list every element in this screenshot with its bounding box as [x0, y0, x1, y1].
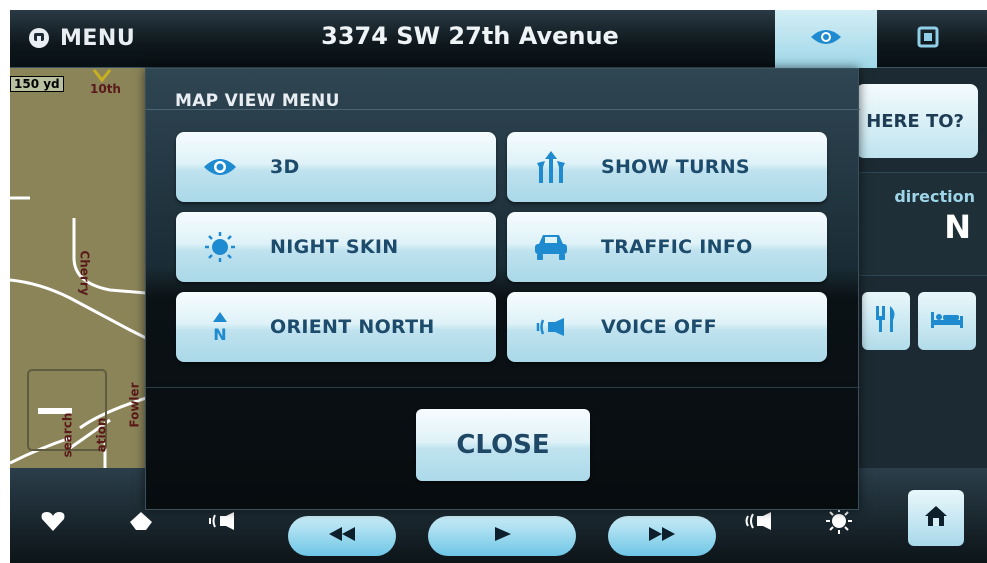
square-icon [917, 26, 939, 52]
street-label: search [60, 412, 75, 458]
option-label: SHOW TURNS [601, 156, 750, 178]
svg-text:N: N [213, 325, 226, 344]
play-icon [491, 525, 513, 547]
menu-shield-icon [28, 27, 50, 49]
volume-button[interactable] [744, 508, 774, 538]
rewind-icon [327, 525, 357, 547]
favorite-button[interactable] [38, 508, 68, 538]
option-label: TRAFFIC INFO [601, 236, 753, 258]
street-label: Fowler [127, 382, 142, 428]
volume-icon [744, 510, 774, 536]
car-icon [533, 229, 569, 265]
close-button[interactable]: CLOSE [416, 409, 590, 481]
option-voice-off-button[interactable]: VOICE OFF [507, 292, 827, 362]
where-to-button[interactable]: HERE TO? [856, 84, 978, 158]
option-label: ORIENT NORTH [270, 316, 435, 338]
navigation-screen: MENU 3374 SW 27th Avenue 150 yd 10th Che… [10, 10, 987, 563]
restaurant-button[interactable] [862, 292, 910, 350]
street-label: ation [94, 417, 109, 453]
option-label: 3D [270, 156, 300, 178]
eye-icon [202, 149, 238, 185]
menu-button[interactable]: MENU [28, 20, 135, 56]
play-button[interactable] [428, 516, 576, 556]
street-label: Cherry [77, 250, 92, 296]
home-button[interactable] [908, 490, 964, 546]
option-3d-button[interactable]: 3D [176, 132, 496, 202]
fork-knife-icon [873, 304, 899, 338]
map-view[interactable]: 150 yd 10th Cherry search ation Fowler [10, 68, 146, 468]
map-view-menu-dialog: MAP VIEW MENU 3D SHOW TURNS NIGHT SKIN T… [145, 68, 860, 510]
north-arrow-icon: N [202, 309, 238, 345]
map-scale: 150 yd [10, 76, 64, 92]
bed-icon [929, 308, 965, 334]
voice-button[interactable] [206, 508, 236, 538]
eye-icon [809, 26, 843, 52]
menu-label: MENU [60, 25, 136, 51]
option-label: NIGHT SKIN [270, 236, 399, 258]
next-button[interactable] [608, 516, 716, 556]
direction-indicator: direction N [858, 172, 987, 276]
top-bar: MENU 3374 SW 27th Avenue [10, 10, 987, 68]
option-traffic-info-button[interactable]: TRAFFIC INFO [507, 212, 827, 282]
brightness-button[interactable] [824, 508, 854, 538]
direction-label: direction [894, 187, 975, 206]
option-label: VOICE OFF [601, 316, 717, 338]
turn-arrows-icon [533, 149, 569, 185]
direction-value: N [944, 208, 971, 246]
divider [146, 387, 860, 388]
previous-button[interactable] [288, 516, 396, 556]
sun-icon [825, 507, 853, 539]
fullscreen-button[interactable] [915, 26, 941, 52]
home-icon [923, 503, 949, 533]
option-show-turns-button[interactable]: SHOW TURNS [507, 132, 827, 202]
map-view-tab[interactable] [775, 10, 877, 68]
heart-icon [40, 510, 66, 536]
fast-forward-icon [647, 525, 677, 547]
current-address: 3374 SW 27th Avenue [321, 22, 619, 50]
sun-icon [202, 229, 238, 265]
speaker-icon [206, 510, 236, 536]
zoom-button[interactable] [126, 508, 156, 538]
street-label: 10th [90, 82, 121, 96]
option-orient-north-button[interactable]: N ORIENT NORTH [176, 292, 496, 362]
divider [146, 109, 860, 110]
lodging-button[interactable] [918, 292, 976, 350]
dialog-title: MAP VIEW MENU [175, 91, 340, 111]
option-night-skin-button[interactable]: NIGHT SKIN [176, 212, 496, 282]
speaker-icon [533, 309, 569, 345]
diamond-icon [128, 510, 154, 536]
